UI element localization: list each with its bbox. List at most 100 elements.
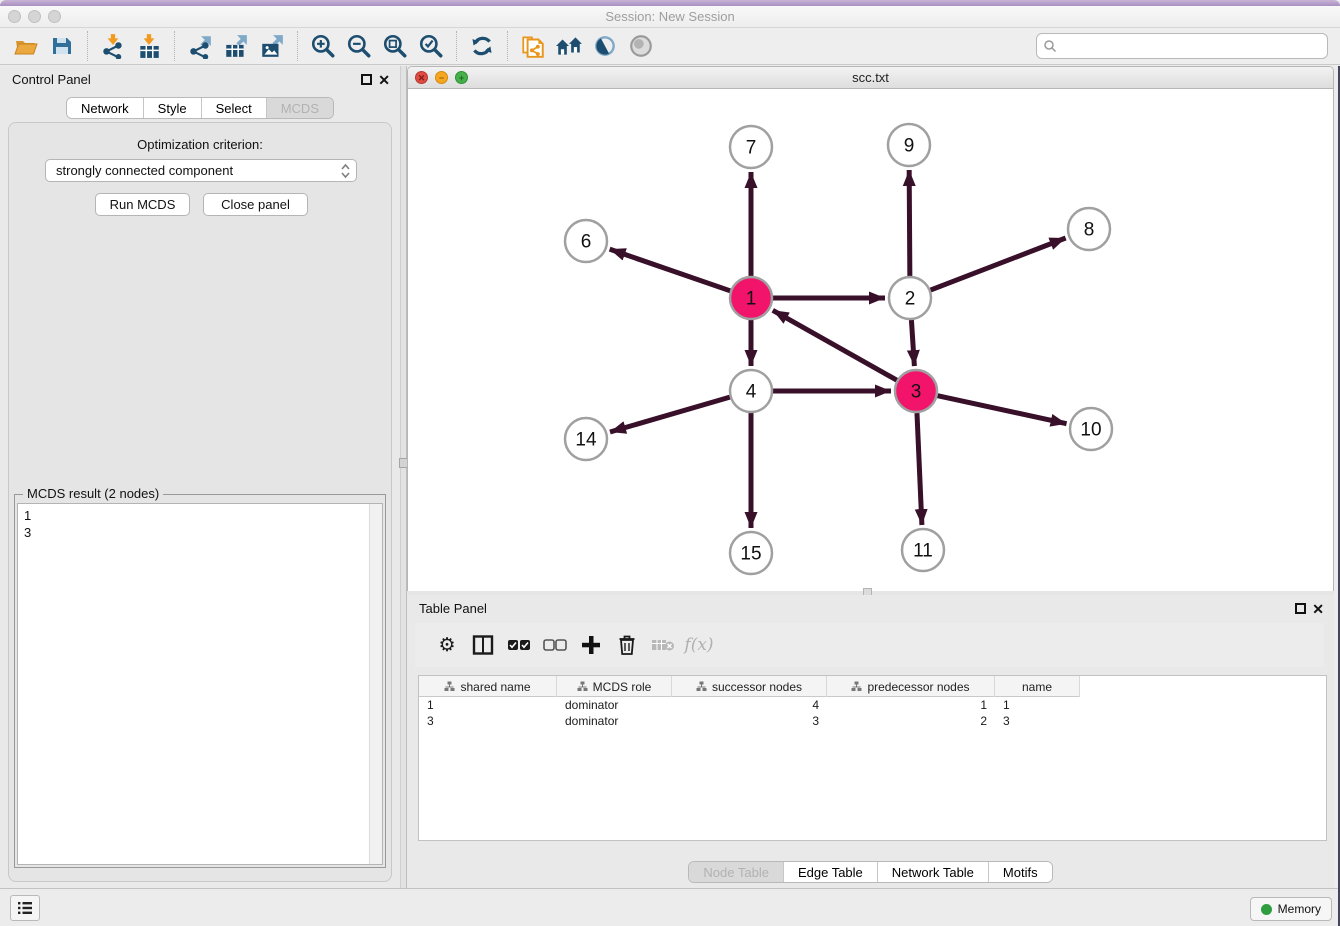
create-column-button[interactable]	[573, 630, 609, 660]
graph-node-label: 9	[904, 136, 915, 157]
export-network-icon	[187, 33, 213, 59]
tab-node-table[interactable]: Node Table	[689, 862, 784, 882]
graph-node-label: 11	[913, 541, 933, 562]
graph-edge-3-1[interactable]	[773, 310, 897, 380]
column-header-shared-name[interactable]: shared name	[419, 676, 557, 697]
graph-node-2[interactable]: 2	[889, 277, 931, 319]
home-button[interactable]	[551, 30, 587, 62]
graph-edge-1-6[interactable]	[610, 249, 731, 291]
table-cell: 3	[419, 713, 557, 729]
unselect-all-columns-button[interactable]	[537, 630, 573, 660]
delete-column-button[interactable]	[609, 630, 645, 660]
tab-network-table[interactable]: Network Table	[878, 862, 989, 882]
task-history-button[interactable]	[10, 895, 40, 921]
import-network-button[interactable]	[95, 30, 131, 62]
graph-node-3[interactable]: 3	[895, 370, 937, 412]
graph-node-11[interactable]: 11	[902, 529, 944, 571]
columns-icon	[472, 635, 494, 655]
refresh-button[interactable]	[464, 30, 500, 62]
tab-motifs[interactable]: Motifs	[989, 862, 1052, 882]
search-input[interactable]	[1057, 36, 1321, 56]
close-panel-icon[interactable]: ✕	[378, 71, 390, 89]
mcds-result-line: 3	[24, 524, 376, 541]
mcds-result-area[interactable]: 1 3	[17, 503, 383, 865]
graph-node-8[interactable]: 8	[1068, 208, 1110, 250]
function-builder-button[interactable]: f(x)	[681, 630, 717, 660]
optimization-criterion-select[interactable]: strongly connected component	[45, 159, 357, 182]
column-header-predecessor-nodes[interactable]: predecessor nodes	[827, 676, 995, 697]
table-cell: 4	[672, 697, 827, 713]
checked-boxes-icon	[507, 639, 531, 651]
apply-style-button[interactable]	[587, 30, 623, 62]
export-image-button[interactable]	[254, 30, 290, 62]
graph-node-6[interactable]: 6	[565, 220, 607, 262]
status-bar: Memory	[0, 888, 1340, 926]
zoom-selected-button[interactable]	[413, 30, 449, 62]
graph-node-label: 8	[1084, 220, 1095, 241]
export-network-button[interactable]	[182, 30, 218, 62]
titlebar: Session: New Session	[0, 6, 1340, 28]
graph-node-14[interactable]: 14	[565, 418, 607, 460]
float-panel-icon[interactable]	[1295, 603, 1306, 614]
graph-edge-3-10[interactable]	[937, 396, 1066, 424]
select-all-columns-button[interactable]	[501, 630, 537, 660]
memory-button[interactable]: Memory	[1250, 897, 1332, 921]
close-panel-button[interactable]: Close panel	[203, 193, 308, 216]
open-file-button[interactable]	[8, 30, 44, 62]
export-table-button[interactable]	[218, 30, 254, 62]
graph-node-label: 6	[581, 232, 592, 253]
table-row[interactable]: 3dominator323	[419, 713, 1080, 729]
column-header-name[interactable]: name	[995, 676, 1080, 697]
result-scrollbar[interactable]	[369, 504, 382, 864]
zoom-in-button[interactable]	[305, 30, 341, 62]
graph-node-10[interactable]: 10	[1070, 408, 1112, 450]
column-header-successor-nodes[interactable]: successor nodes	[672, 676, 827, 697]
graph-edge-4-14[interactable]	[610, 397, 730, 432]
delete-table-button[interactable]	[645, 630, 681, 660]
table-cell: 1	[995, 697, 1080, 713]
import-network-icon	[100, 33, 126, 59]
graph-edge-2-8[interactable]	[931, 238, 1066, 290]
tab-select[interactable]: Select	[202, 98, 267, 118]
tab-mcds[interactable]: MCDS	[267, 98, 333, 118]
graph-edge-3-11[interactable]	[917, 413, 922, 525]
tab-network[interactable]: Network	[67, 98, 144, 118]
vertical-splitter[interactable]	[400, 66, 407, 888]
network-graph: 7 9 6 8 1 2 4 3 14 10 15 11	[408, 89, 1333, 591]
graph-edge-2-9[interactable]	[909, 170, 910, 276]
graph-edge-2-3[interactable]	[911, 320, 914, 366]
zoom-out-button[interactable]	[341, 30, 377, 62]
combo-stepper-icon	[341, 163, 350, 179]
graph-node-4[interactable]: 4	[730, 370, 772, 412]
list-icon	[17, 901, 33, 915]
table-row[interactable]: 1dominator411	[419, 697, 1080, 713]
graph-node-1[interactable]: 1	[730, 277, 772, 319]
birds-eye-icon	[628, 33, 654, 59]
graph-node-9[interactable]: 9	[888, 124, 930, 166]
mcds-result-title: MCDS result (2 nodes)	[23, 486, 163, 501]
import-table-icon	[136, 33, 162, 59]
birds-eye-button[interactable]	[623, 30, 659, 62]
column-header-mcds-role[interactable]: MCDS role	[557, 676, 672, 697]
tab-style[interactable]: Style	[144, 98, 202, 118]
node-table: shared name MCDS role successor nodes pr…	[418, 675, 1327, 841]
table-settings-button[interactable]: ⚙	[429, 630, 465, 660]
graph-node-7[interactable]: 7	[730, 126, 772, 168]
table-cell: dominator	[557, 713, 672, 729]
network-canvas[interactable]: 7 9 6 8 1 2 4 3 14 10 15 11	[408, 89, 1333, 591]
float-panel-icon[interactable]	[361, 74, 372, 85]
application-window: Session: New Session	[0, 0, 1340, 926]
import-table-button[interactable]	[131, 30, 167, 62]
apply-style-icon	[592, 33, 618, 59]
zoom-in-icon	[310, 33, 336, 59]
open-folder-icon	[13, 34, 39, 58]
run-mcds-button[interactable]: Run MCDS	[95, 193, 190, 216]
tab-edge-table[interactable]: Edge Table	[784, 862, 878, 882]
save-session-button[interactable]	[44, 30, 80, 62]
zoom-out-icon	[346, 33, 372, 59]
show-columns-button[interactable]	[465, 630, 501, 660]
close-panel-icon[interactable]: ✕	[1312, 600, 1324, 618]
zoom-fit-button[interactable]	[377, 30, 413, 62]
graph-node-15[interactable]: 15	[730, 532, 772, 574]
documents-share-button[interactable]	[515, 30, 551, 62]
